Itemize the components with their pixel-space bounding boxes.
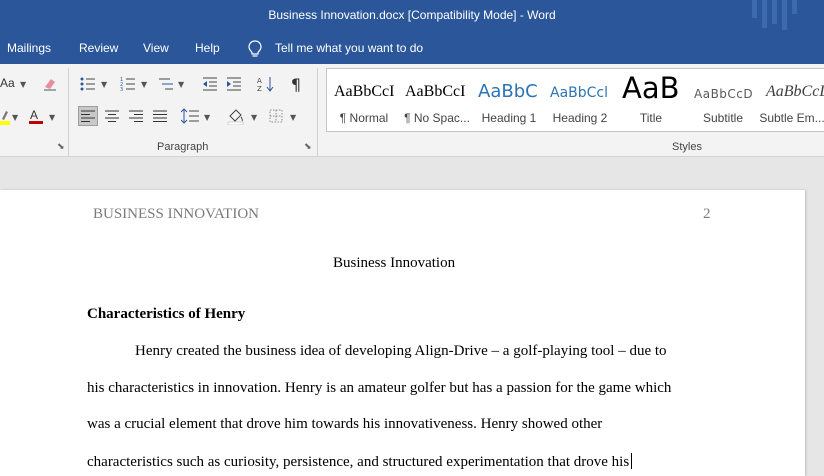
font-color-icon[interactable]: A — [26, 106, 46, 126]
tab-view[interactable]: View — [143, 41, 169, 55]
ribbon: Aa ▼ ▼ A ▼ ⬊ ▼ 123 ▼ ▼ AZ ¶ ▼ ▼ ▼ Paragr… — [0, 64, 824, 157]
document-page[interactable]: BUSINESS INNOVATION 2 Business Innovatio… — [0, 190, 805, 476]
style-sample: AaBbC — [478, 81, 538, 102]
running-head: BUSINESS INNOVATION — [93, 206, 259, 222]
style-label: Heading 2 — [552, 111, 608, 125]
paragraph-dialog-launcher-icon[interactable]: ⬊ — [304, 142, 312, 152]
tab-help[interactable]: Help — [195, 41, 220, 55]
style-label: ¶ Normal — [339, 111, 389, 125]
style-label: Subtle Em... — [759, 111, 824, 125]
chevron-down-icon[interactable]: ▼ — [20, 80, 26, 89]
group-divider — [317, 68, 318, 156]
body-line: was a crucial element that drove him tow… — [87, 416, 603, 432]
align-left-icon[interactable] — [78, 106, 98, 126]
svg-text:A: A — [30, 108, 38, 122]
tab-review[interactable]: Review — [79, 41, 118, 55]
style-label: ¶ No Spac... — [404, 111, 470, 125]
change-case-button[interactable]: Aa — [0, 76, 15, 90]
clear-formatting-icon[interactable] — [40, 74, 60, 94]
style-sample: AaB — [622, 71, 678, 105]
chevron-down-icon[interactable]: ▼ — [251, 113, 257, 122]
section-heading: Characteristics of Henry — [87, 306, 246, 322]
window-title: Business Innovation.docx [Compatibility … — [268, 8, 556, 22]
style-label: Heading 1 — [481, 111, 537, 125]
chevron-down-icon[interactable]: ▼ — [290, 113, 296, 122]
highlight-color-icon[interactable] — [0, 107, 10, 127]
tell-me-search[interactable]: Tell me what you want to do — [275, 41, 423, 55]
style-title[interactable]: AaB Title — [615, 69, 687, 131]
style-sample: AaBbCcL — [766, 83, 824, 100]
style-no-spacing[interactable]: AaBbCcI ¶ No Spac... — [401, 69, 473, 131]
svg-text:A: A — [257, 77, 262, 85]
style-sample: AaBbCcI — [334, 83, 395, 100]
multilevel-list-icon[interactable] — [156, 74, 176, 94]
document-title: Business Innovation — [333, 255, 456, 271]
style-subtle-emphasis[interactable]: AaBbCcL Subtle Em... — [759, 69, 824, 131]
ribbon-tabs: Mailings Review View Help Tell me what y… — [0, 32, 824, 64]
style-sample: AaBbCcD — [694, 87, 754, 101]
body-line: his characteristics in innovation. Henry… — [87, 380, 672, 396]
justify-icon[interactable] — [150, 106, 170, 126]
style-sample: AaBbCcl — [550, 85, 609, 101]
text-cursor — [631, 453, 633, 469]
chevron-down-icon[interactable]: ▼ — [49, 113, 55, 122]
lightbulb-icon — [248, 40, 262, 57]
style-sample: AaBbCcI — [405, 83, 466, 100]
bullets-icon[interactable] — [78, 74, 98, 94]
show-formatting-marks-icon[interactable]: ¶ — [286, 74, 306, 94]
chevron-down-icon[interactable]: ▼ — [204, 113, 210, 122]
numbering-icon[interactable]: 123 — [118, 74, 138, 94]
style-label: Subtitle — [702, 111, 744, 125]
increase-indent-icon[interactable] — [224, 74, 244, 94]
borders-icon[interactable] — [266, 106, 286, 126]
style-subtitle[interactable]: AaBbCcD Subtitle — [687, 69, 759, 131]
title-bar: Business Innovation.docx [Compatibility … — [0, 0, 824, 32]
body-line: characteristics such as curiosity, persi… — [87, 454, 630, 470]
style-heading-2[interactable]: AaBbCcl Heading 2 — [545, 69, 615, 131]
tab-mailings[interactable]: Mailings — [7, 41, 51, 55]
group-divider — [68, 68, 69, 156]
decrease-indent-icon[interactable] — [200, 74, 220, 94]
chevron-down-icon[interactable]: ▼ — [101, 80, 107, 89]
shading-icon[interactable] — [226, 106, 246, 126]
style-heading-1[interactable]: AaBbC Heading 1 — [473, 69, 545, 131]
align-right-icon[interactable] — [126, 106, 146, 126]
styles-gallery: AaBbCcI ¶ Normal AaBbCcI ¶ No Spac... Aa… — [326, 68, 824, 132]
chevron-down-icon[interactable]: ▼ — [141, 80, 147, 89]
align-center-icon[interactable] — [102, 106, 122, 126]
chevron-down-icon[interactable]: ▼ — [178, 80, 184, 89]
svg-text:3: 3 — [120, 87, 123, 92]
styles-group-label: Styles — [672, 141, 702, 153]
font-dialog-launcher-icon[interactable]: ⬊ — [57, 142, 65, 152]
decorative-pattern-icon — [752, 0, 797, 30]
body-line: Henry created the business idea of devel… — [135, 343, 667, 359]
svg-text:Z: Z — [257, 85, 262, 93]
line-spacing-icon[interactable] — [180, 106, 200, 126]
style-normal[interactable]: AaBbCcI ¶ Normal — [327, 69, 401, 131]
page-number: 2 — [703, 206, 711, 222]
style-label: Title — [639, 111, 663, 125]
paragraph-group-label: Paragraph — [157, 141, 209, 153]
body-line-with-cursor: characteristics such as curiosity, persi… — [87, 453, 633, 471]
chevron-down-icon[interactable]: ▼ — [12, 113, 18, 122]
sort-icon[interactable]: AZ — [256, 74, 276, 94]
